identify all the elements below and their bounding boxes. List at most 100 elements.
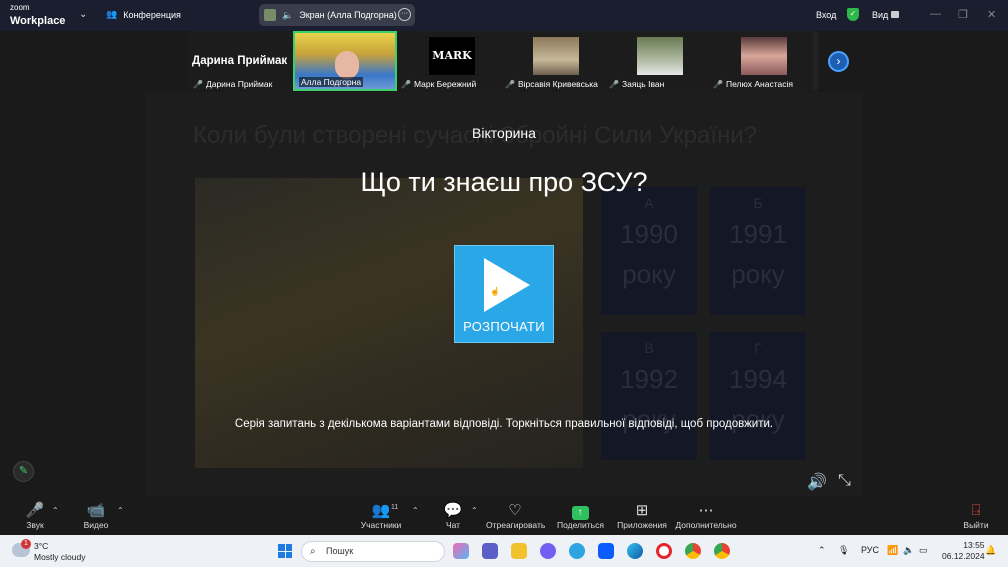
- chrome-profile-icon[interactable]: [714, 543, 730, 559]
- teams-icon[interactable]: [482, 543, 498, 559]
- close-icon[interactable]: ✕: [987, 8, 996, 21]
- participant-name: Заяць Іван: [621, 79, 665, 89]
- opera-icon[interactable]: [656, 543, 672, 559]
- participant-tile[interactable]: MARK 🎤 Марк Бережний: [397, 31, 501, 91]
- logo-line1: zoom: [10, 3, 30, 12]
- share-button[interactable]: ↑ Поделиться: [557, 502, 604, 530]
- signin-button[interactable]: Вход: [816, 10, 836, 20]
- conference-button[interactable]: 👥 Конференция: [106, 9, 181, 20]
- participant-video: [533, 37, 579, 75]
- react-button[interactable]: ♡ Отреагировать: [486, 502, 546, 530]
- microphone-icon[interactable]: 🎙: [838, 545, 849, 556]
- react-label: Отреагировать: [486, 520, 546, 530]
- zoom-window: zoom Workplace ⌄ 👥 Конференция 🔈 Экран (…: [0, 0, 1008, 567]
- view-grid-icon[interactable]: [891, 11, 899, 18]
- view-button[interactable]: Вид: [872, 10, 888, 20]
- answer-suffix: року: [622, 259, 676, 289]
- participant-face: [335, 51, 359, 79]
- start-quiz-button[interactable]: РОЗПОЧАТИ: [454, 245, 554, 343]
- mic-muted-icon: 🎤: [401, 79, 411, 89]
- participant-name-row: 🎤 Марк Бережний: [401, 79, 476, 89]
- search-icon: ⌕: [310, 546, 316, 557]
- system-clock[interactable]: 13:55 06.12.2024: [942, 540, 985, 562]
- participant-video: MARK: [429, 37, 475, 75]
- copilot-icon[interactable]: [453, 543, 469, 559]
- viber-icon[interactable]: [540, 543, 556, 559]
- answer-year: 1990: [620, 219, 678, 249]
- participant-name-row: 🎤 Пелюх Анастасія: [713, 79, 793, 89]
- notifications-icon[interactable]: 🔔: [985, 545, 996, 556]
- answer-letter: Г: [754, 340, 762, 356]
- leave-label: Выйти: [963, 520, 989, 530]
- title-bar: zoom Workplace ⌄ 👥 Конференция 🔈 Экран (…: [0, 0, 1008, 31]
- language-indicator[interactable]: РУС: [861, 545, 879, 555]
- video-button[interactable]: 📹 Видео: [82, 502, 110, 530]
- chrome-icon[interactable]: [685, 543, 701, 559]
- participants-label: Участники: [360, 520, 402, 530]
- logo-line2: Workplace: [10, 15, 66, 27]
- next-participants-button[interactable]: ›: [828, 51, 849, 72]
- taskbar-search[interactable]: ⌕ Пошук: [301, 541, 445, 562]
- restore-icon[interactable]: ❐: [958, 8, 968, 21]
- mic-muted-icon: 🎤: [193, 79, 203, 89]
- zoom-logo: zoom Workplace: [10, 4, 65, 28]
- more-label: Дополнительно: [675, 520, 737, 530]
- leave-icon: ⍈: [971, 502, 981, 519]
- leave-button[interactable]: ⍈ Выйти: [962, 502, 990, 530]
- annotate-pen-icon[interactable]: ✎: [13, 461, 34, 482]
- mic-muted-icon: 🎤: [609, 79, 619, 89]
- chat-label: Чат: [445, 520, 461, 530]
- participant-tile[interactable]: 🎤 Заяць Іван: [605, 31, 709, 91]
- zoom-icon[interactable]: [598, 543, 614, 559]
- share-label: Экран (Алла Подгорна): [299, 10, 397, 20]
- windows-start-icon[interactable]: [278, 544, 292, 558]
- participant-name-row: 🎤 Дарина Приймак: [193, 79, 272, 89]
- volume-icon[interactable]: 🔊: [807, 472, 827, 492]
- file-explorer-icon[interactable]: [511, 543, 527, 559]
- answer-suffix: року: [731, 259, 785, 289]
- weather-widget[interactable]: 1 3°C Mostly cloudy: [12, 539, 86, 563]
- screen-share-indicator[interactable]: 🔈 Экран (Алла Подгорна) ···: [259, 4, 415, 26]
- quiz-description: Серія запитань з декількома варіантами в…: [234, 418, 774, 430]
- more-button[interactable]: ⋯ Дополнительно: [675, 502, 737, 530]
- participant-big-name: Дарина Приймак: [192, 55, 288, 67]
- audio-button[interactable]: 🎤 Звук: [22, 502, 48, 530]
- minimize-icon[interactable]: —: [930, 8, 941, 20]
- participant-name-row: 🎤 Вірсавія Кривевська: [505, 79, 598, 89]
- participant-tile[interactable]: 🎤 Пелюх Анастасія: [709, 31, 813, 91]
- play-icon: [484, 258, 530, 312]
- share-label: Поделиться: [557, 520, 604, 530]
- exit-fullscreen-icon[interactable]: ⤡: [838, 472, 851, 490]
- telegram-icon[interactable]: [569, 543, 585, 559]
- more-icon: ⋯: [698, 502, 714, 519]
- participant-tile[interactable]: Дарина Приймак 🎤 Дарина Приймак: [189, 31, 293, 91]
- participant-name: Дарина Приймак: [205, 79, 273, 89]
- wifi-icon[interactable]: 📶: [887, 545, 898, 556]
- participant-name: Марк Бережний: [413, 79, 477, 89]
- video-off-icon: 📹: [86, 502, 106, 519]
- quiz-title: Вікторина: [472, 125, 536, 141]
- answer-option: А 1990 року: [601, 187, 697, 315]
- participant-video: [741, 37, 787, 75]
- mic-muted-icon: 🎤: [713, 79, 723, 89]
- start-label: РОЗПОЧАТИ: [463, 319, 545, 334]
- chevron-right-icon: ›: [836, 54, 841, 68]
- battery-icon[interactable]: ▭: [919, 545, 928, 556]
- more-options-icon[interactable]: ···: [398, 8, 411, 21]
- volume-icon[interactable]: 🔈: [903, 545, 914, 556]
- tray-chevron-icon[interactable]: ⌃: [818, 545, 826, 556]
- caret-up-icon: ⌃: [117, 506, 124, 515]
- participant-tile-active[interactable]: Алла Подгорна: [293, 31, 397, 91]
- apps-button[interactable]: ⊞ Приложения: [616, 502, 668, 530]
- chat-button[interactable]: 💬 Чат: [442, 502, 464, 530]
- shield-icon[interactable]: ✓: [847, 8, 859, 21]
- participant-name-row: Алла Подгорна: [299, 77, 364, 87]
- quiz-heading: Що ти знаєш про ЗСУ?: [360, 167, 648, 197]
- chevron-down-icon[interactable]: ⌄: [79, 9, 87, 20]
- caret-up-icon: ⌃: [412, 506, 419, 515]
- answer-option: Г 1994 року: [710, 332, 806, 460]
- apps-label: Приложения: [617, 520, 667, 530]
- avatar: [264, 9, 276, 21]
- participant-tile[interactable]: 🎤 Вірсавія Кривевська: [501, 31, 605, 91]
- edge-icon[interactable]: [627, 543, 643, 559]
